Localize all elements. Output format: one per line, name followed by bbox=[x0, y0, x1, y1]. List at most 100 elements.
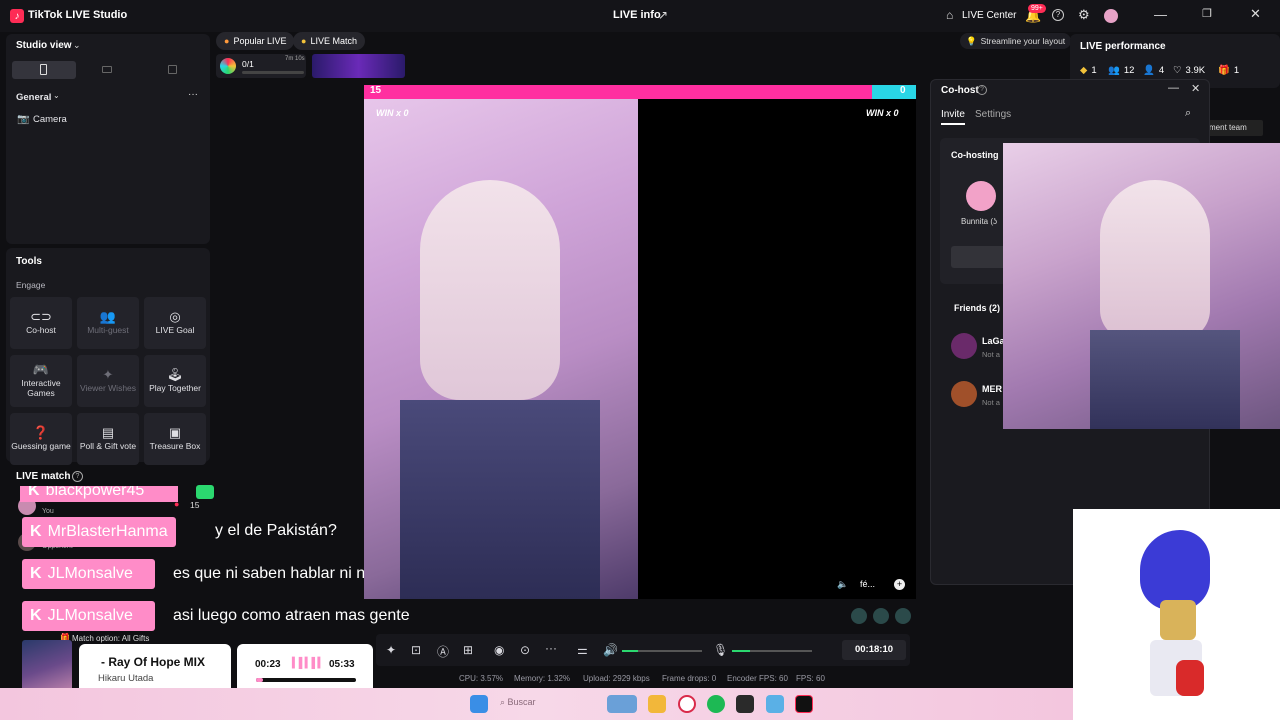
app-icon[interactable] bbox=[736, 695, 754, 713]
lightbulb-icon: 💡 bbox=[966, 35, 977, 46]
tool-live-goal[interactable]: ◎ LIVE Goal bbox=[144, 297, 206, 349]
share-icon[interactable]: ↗ bbox=[658, 8, 668, 22]
windows-start-icon[interactable] bbox=[470, 695, 488, 713]
chat-k-icon: K bbox=[30, 607, 42, 624]
host-avatar bbox=[966, 181, 996, 211]
opera-icon[interactable] bbox=[678, 695, 696, 713]
friend-avatar bbox=[951, 381, 977, 407]
file-explorer-icon[interactable] bbox=[648, 695, 666, 713]
tool-multi-guest[interactable]: 👥 Multi-guest bbox=[77, 297, 139, 349]
layout-icon[interactable] bbox=[851, 608, 867, 624]
dual-view-button[interactable] bbox=[168, 65, 177, 74]
fps-stat: FPS: 60 bbox=[796, 674, 825, 683]
tool-guessing-game[interactable]: ❓ Guessing game bbox=[10, 413, 72, 465]
likes-stat: ♡ 3.9K bbox=[1173, 65, 1206, 76]
invite-button[interactable] bbox=[951, 246, 1011, 268]
window-title[interactable]: LIVE info bbox=[613, 9, 661, 21]
host-name: Bunnita (ʖ bbox=[961, 217, 998, 226]
tool-interactive-games[interactable]: 🎮 Interactive Games bbox=[10, 355, 72, 407]
camera-settings-icon[interactable]: ⊙ bbox=[520, 643, 530, 657]
info-icon[interactable]: ? bbox=[977, 85, 987, 95]
more-options-icon[interactable]: ··· bbox=[545, 641, 557, 655]
chat-k-icon: K bbox=[28, 486, 40, 499]
popular-live-button[interactable]: ● Popular LIVE bbox=[216, 32, 295, 50]
app-icon[interactable] bbox=[766, 695, 784, 713]
tab-settings[interactable]: Settings bbox=[975, 109, 1011, 120]
add-source-icon[interactable]: ⊞ bbox=[463, 643, 473, 657]
tool-poll-gift-vote[interactable]: ▤ Poll & Gift vote bbox=[77, 413, 139, 465]
engage-label: Engage bbox=[16, 280, 46, 290]
chevron-down-icon: ⌄ bbox=[53, 91, 60, 100]
widgets-icon[interactable] bbox=[607, 695, 637, 713]
music-on-stage-banner[interactable] bbox=[312, 54, 405, 78]
users-icon: 👥 bbox=[99, 308, 117, 324]
live-match-title: LIVE match bbox=[16, 471, 71, 482]
portrait-icon bbox=[40, 64, 47, 75]
gift-icon: ✦ bbox=[102, 366, 114, 382]
camera-source-item[interactable]: Camera bbox=[33, 114, 67, 125]
track-total: 05:33 bbox=[329, 659, 355, 670]
add-icon[interactable]: + bbox=[894, 579, 905, 590]
info-icon[interactable]: ? bbox=[72, 471, 83, 482]
box-icon: ▣ bbox=[168, 424, 182, 440]
layout-icon[interactable] bbox=[895, 608, 911, 624]
record-icon[interactable]: ◉ bbox=[494, 643, 504, 657]
maximize-icon[interactable]: ❐ bbox=[1202, 7, 1212, 20]
magic-wand-icon[interactable]: ✦ bbox=[386, 643, 396, 657]
upload-stat: Upload: 2929 kbps bbox=[583, 674, 650, 683]
encoder-fps-stat: Encoder FPS: 60 bbox=[727, 674, 788, 683]
live-center-link[interactable]: LIVE Center bbox=[962, 10, 1016, 21]
fire-icon: ● bbox=[224, 36, 230, 46]
volume-icon[interactable]: 🔈 bbox=[837, 579, 848, 590]
minimize-icon[interactable]: — bbox=[1154, 7, 1167, 22]
opponent-name: fé... bbox=[860, 579, 876, 589]
speaker-volume-fill bbox=[622, 650, 638, 652]
you-label: You bbox=[42, 508, 54, 515]
camera-icon: 📷 bbox=[17, 114, 30, 125]
tool-viewer-wishes[interactable]: ✦ Viewer Wishes bbox=[77, 355, 139, 407]
microphone-icon[interactable]: 🎙 bbox=[713, 643, 728, 657]
tiktok-live-studio-icon[interactable] bbox=[795, 695, 813, 713]
speaker-icon[interactable]: 🔊 bbox=[603, 643, 618, 657]
profile-avatar[interactable] bbox=[1104, 9, 1118, 23]
target-icon: ◎ bbox=[169, 308, 181, 324]
home-icon[interactable]: ⌂ bbox=[946, 8, 953, 22]
live-match-button[interactable]: ● LIVE Match bbox=[293, 32, 365, 50]
more-options-icon[interactable]: ··· bbox=[188, 89, 198, 100]
landscape-view-button[interactable] bbox=[102, 66, 112, 73]
track-title: - Ray Of Hope MIX bbox=[101, 655, 206, 669]
equalizer-icon: ▍▌▍▌▍ bbox=[292, 658, 325, 669]
studio-view-dropdown[interactable]: Studio view bbox=[16, 40, 72, 51]
close-icon[interactable]: ✕ bbox=[1250, 6, 1261, 22]
close-icon[interactable]: ✕ bbox=[1191, 82, 1200, 95]
track-progress-bar[interactable] bbox=[256, 678, 356, 682]
goal-progress-bar bbox=[242, 71, 304, 74]
layout-icon[interactable] bbox=[873, 608, 889, 624]
match-right-score: 0 bbox=[900, 85, 906, 96]
friend-name: MER bbox=[982, 384, 1002, 394]
poll-icon: ▤ bbox=[101, 424, 115, 440]
webcam-outfit bbox=[1090, 330, 1240, 429]
minimize-icon[interactable]: — bbox=[1168, 82, 1179, 94]
windows-taskbar bbox=[0, 688, 1073, 720]
cpu-stat: CPU: 3.57% bbox=[459, 674, 504, 683]
tool-cohost[interactable]: ⊂⊃ Co-host bbox=[10, 297, 72, 349]
settings-gear-icon[interactable]: ⚙ bbox=[1078, 7, 1090, 23]
streamline-layout-tip[interactable]: 💡 Streamline your layout bbox=[960, 33, 1072, 49]
tool-play-together[interactable]: 🕹 Play Together bbox=[144, 355, 206, 407]
followers-stat: 👤 4 bbox=[1143, 65, 1165, 76]
help-icon[interactable]: ? bbox=[1052, 9, 1064, 21]
general-section-toggle[interactable]: General bbox=[16, 92, 51, 103]
screenshot-icon[interactable]: ⊡ bbox=[411, 643, 421, 657]
mixer-icon[interactable]: ⚌ bbox=[577, 643, 588, 657]
match-option-label: Match option: All Gifts bbox=[72, 634, 150, 643]
search-icon[interactable]: ⌕ bbox=[1185, 107, 1191, 120]
taskbar-search[interactable]: ⌕ Buscar bbox=[500, 697, 536, 708]
match-left-score: 15 bbox=[370, 85, 382, 96]
tool-treasure-box[interactable]: ▣ Treasure Box bbox=[144, 413, 206, 465]
spotify-icon[interactable] bbox=[707, 695, 725, 713]
chat-emote-icon bbox=[196, 485, 214, 499]
ai-effects-icon[interactable]: Ⓐ bbox=[437, 643, 449, 660]
tab-invite[interactable]: Invite bbox=[941, 109, 965, 120]
diamond-icon: ◆ bbox=[1080, 65, 1088, 76]
